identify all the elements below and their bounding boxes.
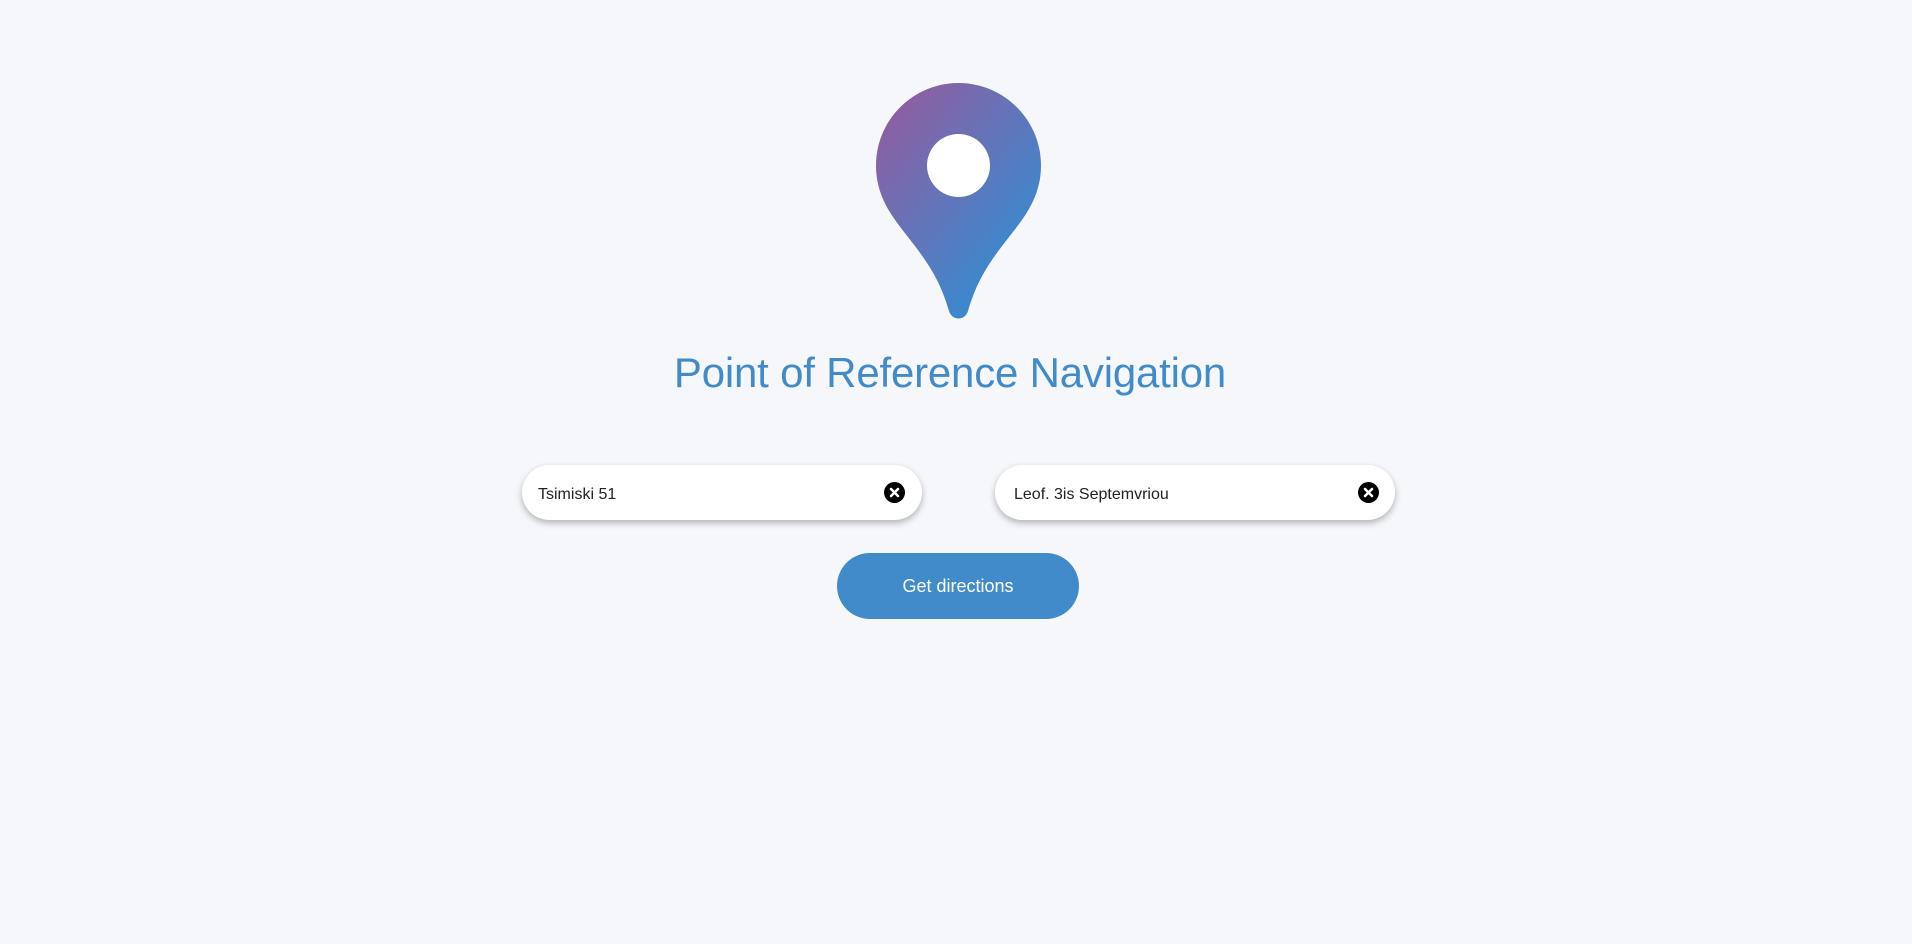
map-pin-logo-icon: [876, 83, 1041, 320]
page-title: Point of Reference Navigation: [673, 349, 1227, 396]
destination-input[interactable]: [1014, 465, 1334, 522]
clear-origin-button[interactable]: [884, 482, 905, 503]
clear-destination-button[interactable]: [1358, 482, 1379, 503]
origin-input[interactable]: [538, 465, 858, 522]
get-directions-button[interactable]: Get directions: [837, 553, 1079, 619]
close-circle-icon: [1363, 487, 1374, 498]
origin-field: [522, 465, 922, 522]
close-circle-icon: [889, 487, 900, 498]
destination-field: [995, 465, 1395, 522]
